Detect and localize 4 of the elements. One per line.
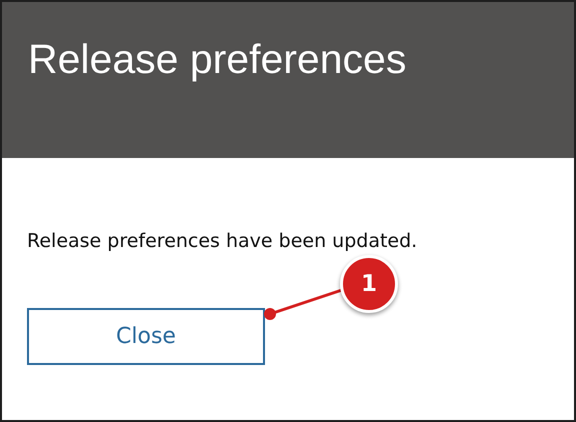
close-button[interactable]: Close <box>27 308 265 365</box>
dialog-title: Release preferences <box>28 36 406 83</box>
callout-number: 1 <box>340 255 398 313</box>
status-message: Release preferences have been updated. <box>27 230 418 252</box>
